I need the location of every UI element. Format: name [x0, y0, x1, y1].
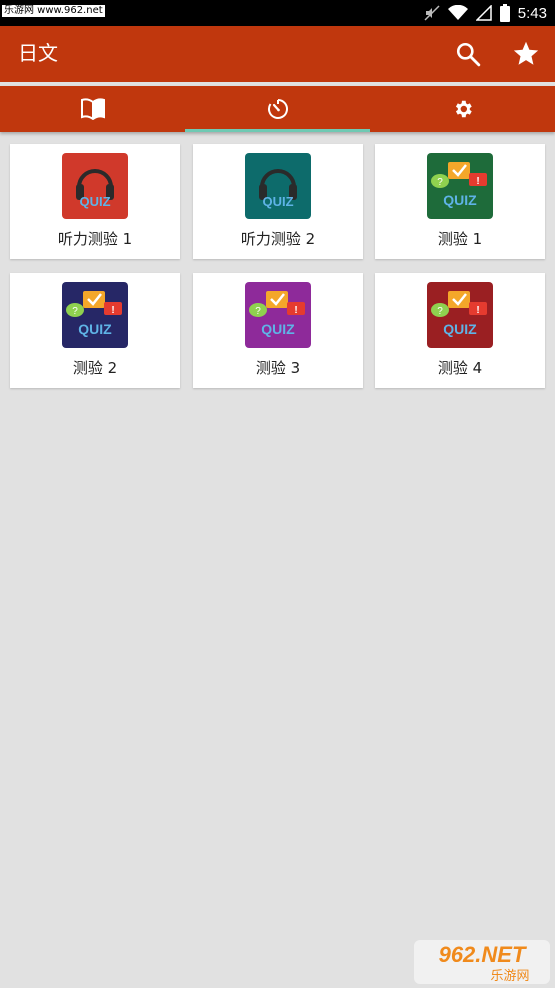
search-icon: [456, 42, 481, 67]
site-tag: 乐游网 www.962.net: [2, 5, 105, 17]
svg-text:!: !: [294, 305, 297, 316]
svg-text:QUIZ: QUIZ: [443, 192, 477, 208]
svg-text:?: ?: [255, 306, 261, 317]
status-bar: 乐游网 www.962.net 5:43: [0, 0, 555, 26]
chat-bubbles-quiz-icon: ? ! QUIZ: [62, 282, 128, 348]
svg-text:?: ?: [437, 306, 443, 317]
timer-icon: [267, 99, 288, 119]
headphones-quiz-icon: QUIZ: [62, 153, 128, 219]
card-listening-quiz-2[interactable]: QUIZ 听力测验 2: [193, 144, 363, 259]
svg-text:QUIZ: QUIZ: [262, 194, 293, 209]
svg-text:QUIZ: QUIZ: [78, 321, 112, 337]
card-quiz-4[interactable]: ? ! QUIZ 测验 4: [375, 273, 545, 388]
battery-icon: [499, 4, 510, 22]
tab-indicator: [185, 129, 370, 132]
tab-bar: [0, 86, 555, 132]
tab-settings[interactable]: [370, 86, 555, 132]
card-label: 测验 4: [437, 359, 483, 377]
clock: 5:43: [517, 4, 547, 22]
card-label: 测验 2: [72, 359, 118, 377]
card-quiz-3[interactable]: ? ! QUIZ 测验 3: [193, 273, 363, 388]
svg-text:?: ?: [437, 177, 443, 188]
tab-lessons[interactable]: [0, 86, 185, 132]
signal-icon: [475, 5, 492, 21]
status-icons: 5:43: [424, 0, 547, 26]
card-label: 听力测验 1: [57, 230, 133, 248]
card-quiz-1[interactable]: ? ! QUIZ 测验 1: [375, 144, 545, 259]
svg-text:?: ?: [72, 306, 78, 317]
card-quiz-2[interactable]: ? ! QUIZ 测验 2: [10, 273, 180, 388]
svg-text:QUIZ: QUIZ: [261, 321, 295, 337]
app-bar: 日文: [0, 26, 555, 82]
watermark-logo: 962.NET 乐游网: [414, 940, 550, 984]
star-icon: [513, 41, 539, 65]
svg-text:!: !: [476, 305, 479, 316]
app-title: 日文: [18, 41, 58, 65]
card-label: 测验 1: [437, 230, 483, 248]
headphones-quiz-icon: QUIZ: [245, 153, 311, 219]
svg-text:!: !: [476, 176, 479, 187]
favorite-button[interactable]: [506, 34, 546, 74]
gear-icon: [455, 100, 472, 118]
svg-text:QUIZ: QUIZ: [443, 321, 477, 337]
svg-text:QUIZ: QUIZ: [79, 194, 110, 209]
card-listening-quiz-1[interactable]: QUIZ 听力测验 1: [10, 144, 180, 259]
wifi-icon: [447, 5, 468, 20]
card-label: 测验 3: [255, 359, 301, 377]
book-icon: [80, 98, 105, 120]
chat-bubbles-quiz-icon: ? ! QUIZ: [427, 282, 493, 348]
chat-bubbles-quiz-icon: ? ! QUIZ: [427, 153, 493, 219]
svg-text:!: !: [111, 305, 114, 316]
svg-text:乐游网: 乐游网: [490, 969, 529, 984]
search-button[interactable]: [448, 34, 488, 74]
tab-quiz[interactable]: [185, 86, 370, 132]
svg-text:962.NET: 962.NET: [439, 942, 527, 967]
card-label: 听力测验 2: [240, 230, 316, 248]
chat-bubbles-quiz-icon: ? ! QUIZ: [245, 282, 311, 348]
mute-icon: [424, 5, 440, 21]
